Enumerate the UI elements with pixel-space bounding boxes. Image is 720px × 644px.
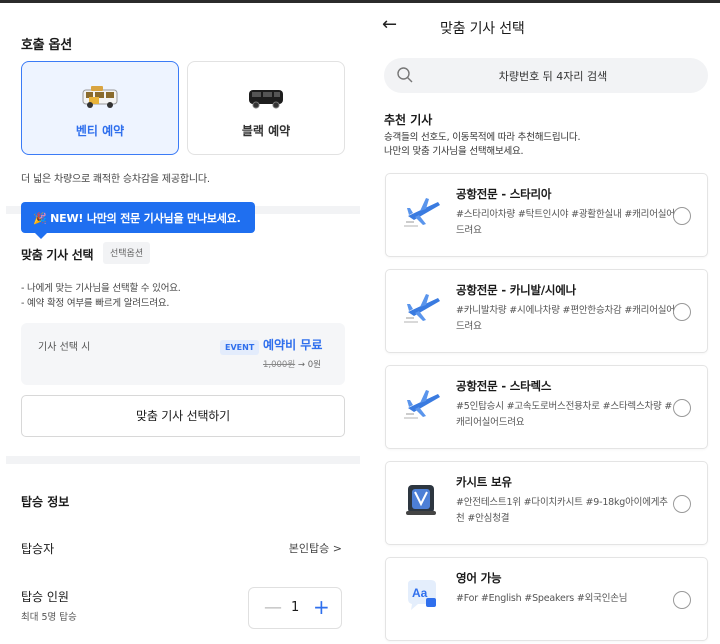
driver-tags: #카니발차량 #시에나차량 #편안한승차감 #캐리어실어드려요 — [456, 305, 675, 332]
price-arrow: → — [297, 360, 305, 370]
driver-card-starex[interactable]: 공항전문 - 스타렉스 #5인탑승시 #고속도로버스전용차로 #스타렉스차량 #… — [385, 365, 708, 449]
driver-name: 카시트 보유 — [456, 475, 512, 489]
airplane-icon — [404, 390, 440, 419]
minus-button[interactable]: — — [264, 597, 282, 618]
passenger-count-note: 최대 5명 탑승 — [21, 612, 77, 623]
driver-tags: #안전테스트1위 #다이치카시트 #9-18kg아이에게추천 #안심청결 — [456, 497, 668, 524]
page-title: 맞춤 기사 선택 — [440, 21, 525, 37]
driver-select-title: 맞춤 기사 선택 — [21, 248, 94, 262]
optional-chip: 선택옵션 — [103, 242, 151, 264]
recommended-description: 승객들의 선호도, 이동목적에 따라 추천해드립니다. 나만의 맞춤 기사님을 … — [384, 131, 580, 159]
old-price: 1,000원 — [263, 360, 296, 370]
driver-radio[interactable] — [673, 207, 691, 225]
driver-name: 공항전문 - 스타렉스 — [456, 379, 552, 393]
driver-name: 영어 가능 — [456, 571, 502, 585]
driver-card-carseat[interactable]: 카시트 보유 #안전테스트1위 #다이치카시트 #9-18kg아이에게추천 #안… — [385, 461, 708, 545]
black-reserve-option[interactable]: 블랙 예약 — [187, 61, 345, 155]
svg-text:Aa: Aa — [412, 586, 428, 600]
driver-tags: #5인탑승시 #고속도로버스전용차로 #스타렉스차량 #캐리어실어드려요 — [456, 401, 673, 428]
boarding-info-title: 탑승 정보 — [21, 495, 70, 509]
airplane-icon — [404, 294, 440, 323]
passenger-value[interactable]: 본인탑승 > — [289, 540, 342, 556]
driver-name: 공항전문 - 스타리아 — [456, 187, 552, 201]
recommended-desc-line: 나만의 맞춤 기사님을 선택해보세요. — [384, 146, 524, 157]
bullet-item: - 나에게 맞는 기사님을 선택할 수 있어요. — [21, 283, 181, 294]
driver-name: 공항전문 - 카니발/시에나 — [456, 283, 576, 297]
section-divider — [6, 456, 360, 464]
driver-select-bullets: - 나에게 맞는 기사님을 선택할 수 있어요. - 예약 확정 여부를 빠르게… — [21, 281, 181, 311]
price-box: 기사 선택 시 EVENT 예약비 무료 1,000원 → 0원 — [21, 323, 345, 385]
recommended-title: 추천 기사 — [384, 113, 433, 127]
option-description: 더 넓은 차량으로 쾌적한 승차감을 제공합니다. — [21, 174, 210, 185]
search-bar[interactable]: 차량번호 뒤 4자리 검색 — [384, 58, 708, 93]
plus-button[interactable]: + — [313, 595, 330, 619]
driver-select-panel: ← 맞춤 기사 선택 차량번호 뒤 4자리 검색 추천 기사 승객들의 선호도,… — [368, 3, 720, 644]
driver-card-staria[interactable]: 공항전문 - 스타리아 #스타리아차량 #탁트인시야 #광활한실내 #캐리어실어… — [385, 173, 708, 257]
price-change: 1,000원 → 0원 — [263, 358, 321, 370]
passenger-label: 탑승자 — [21, 542, 55, 556]
call-option-title: 호출 옵션 — [21, 38, 72, 53]
driver-radio[interactable] — [673, 591, 691, 609]
driver-tags: #For #English #Speakers #외국인손님 — [456, 593, 628, 604]
bullet-item: - 예약 확정 여부를 빠르게 알려드려요. — [21, 298, 170, 309]
new-price: 0원 — [307, 360, 321, 370]
select-driver-button[interactable]: 맞춤 기사 선택하기 — [21, 395, 345, 437]
passenger-count-value: 1 — [291, 600, 300, 615]
option-label: 블랙 예약 — [241, 124, 291, 138]
new-feature-tooltip: 🎉 NEW! 나만의 전문 기사님을 만나보세요. — [21, 202, 255, 239]
venti-reserve-option[interactable]: 벤티 예약 — [21, 61, 179, 155]
event-badge: EVENT — [220, 340, 260, 355]
back-arrow-icon[interactable]: ← — [382, 14, 397, 35]
driver-tags: #스타리아차량 #탁트인시야 #광활한실내 #캐리어실어드려요 — [456, 209, 675, 236]
driver-radio[interactable] — [673, 399, 691, 417]
free-fee-text: 예약비 무료 — [263, 338, 323, 352]
passenger-stepper: — 1 + — [248, 587, 342, 629]
search-input[interactable]: 차량번호 뒤 4자리 검색 — [384, 68, 708, 84]
van-icon — [82, 86, 118, 108]
driver-radio[interactable] — [673, 495, 691, 513]
driver-card-english[interactable]: Aa 영어 가능 #For #English #Speakers #외국인손님 — [385, 557, 708, 641]
airplane-icon — [404, 198, 440, 227]
booking-options-panel: 호출 옵션 벤티 예약 블랙 예약 더 넓은 차량으로 쾌적한 승차감을 제공합… — [0, 3, 368, 644]
recommended-desc-line: 승객들의 선호도, 이동목적에 따라 추천해드립니다. — [384, 132, 581, 143]
black-van-icon — [249, 90, 283, 109]
price-label: 기사 선택 시 — [38, 342, 91, 353]
translate-icon: Aa — [408, 580, 436, 610]
option-label: 벤티 예약 — [75, 124, 125, 138]
driver-radio[interactable] — [673, 303, 691, 321]
car-seat-icon — [406, 485, 436, 515]
passenger-count-label: 탑승 인원 — [21, 590, 69, 604]
driver-card-carnival[interactable]: 공항전문 - 카니발/시에나 #카니발차량 #시에나차량 #편안한승차감 #캐리… — [385, 269, 708, 353]
